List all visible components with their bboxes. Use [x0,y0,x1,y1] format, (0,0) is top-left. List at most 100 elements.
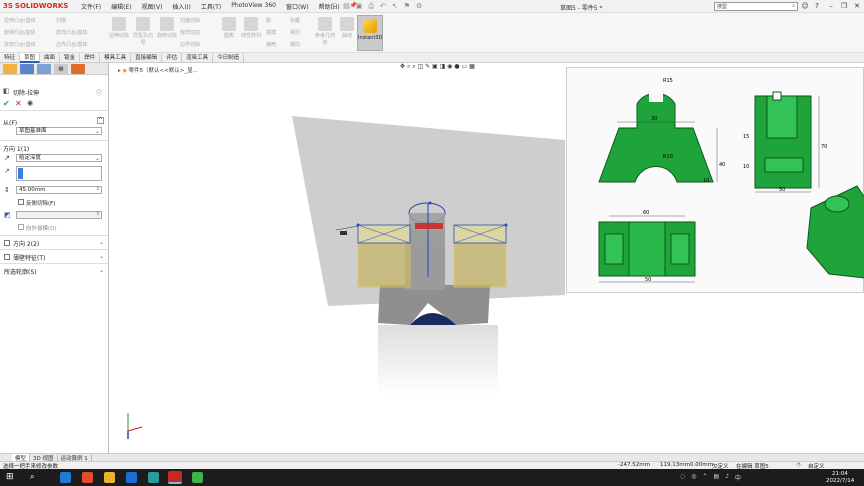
feature-tree-icon[interactable] [3,63,17,74]
intersect-button[interactable]: 相交 [290,29,300,36]
print-icon[interactable]: ⎙ [368,2,374,11]
tab-surfaces[interactable]: 曲面 [40,52,61,63]
from-select[interactable]: 草图基准面 ⌄ [16,127,102,135]
extrude-cut-button[interactable]: 拉伸切除 [108,17,130,39]
draft-button[interactable]: 拔模 [266,29,276,36]
3d-model-view[interactable] [110,63,566,453]
home-icon[interactable]: ⌂ [320,2,324,11]
network-icon[interactable]: ▤ [714,473,720,482]
solidworks-logo[interactable]: 3S SOLIDWORKS [0,0,70,13]
volume-icon[interactable]: ♪ [725,473,729,482]
tray-icon[interactable]: ⌃ [703,473,708,482]
collapse-icon[interactable]: ^ [97,117,104,124]
minimize-icon[interactable]: – [826,1,836,11]
preview-block-right[interactable] [453,242,507,288]
search-input[interactable]: 搜型 ⌕ [714,2,798,11]
thin-feature-checkbox[interactable] [4,254,10,260]
tray-icon[interactable]: ◎ [691,473,696,482]
chevron-down-icon[interactable]: ⌄ [99,253,104,260]
appearance-icon[interactable] [71,63,85,74]
tab-features[interactable]: 特征 [0,52,21,63]
rebuild-icon[interactable]: ⚑ [404,2,410,11]
search-icon[interactable]: ⌕ [30,472,34,482]
sweep-cut-button[interactable]: 扫描切除 [180,17,200,24]
fillet-button[interactable]: 圆角 [218,17,240,39]
options-icon[interactable]: ⚙ [416,2,422,11]
ime-icon[interactable]: 中 [735,473,741,482]
sweep-button[interactable]: 扫描 [56,17,66,24]
loft-cut-button[interactable]: 放样切割 [180,29,200,36]
chevron-down-icon[interactable]: ⌄ [99,267,104,274]
chevron-down-icon[interactable]: ⌄ [99,239,104,246]
spinner-icon[interactable]: ⇳ [96,186,100,193]
tab-sheet-metal[interactable]: 钣金 [60,52,81,63]
draft-outward-checkbox[interactable] [18,224,24,230]
help-icon[interactable]: ? [812,1,822,11]
sketch-point[interactable] [428,201,432,205]
ie-icon[interactable] [126,472,137,483]
boundary-cut-button[interactable]: 边界切除 [180,41,200,48]
spinner-icon[interactable]: ⇳ [96,211,100,218]
solidworks-taskbar-icon[interactable] [168,471,182,484]
draft-angle-input[interactable]: ⇳ [16,211,102,219]
wechat-icon[interactable] [192,472,203,483]
extrude-arrow-handle[interactable] [415,223,443,229]
wrap-button[interactable]: 包覆 [290,17,300,24]
rib-button[interactable]: 筋 [266,17,271,24]
tab-render-tools[interactable]: 渲染工具 [182,52,214,63]
end-condition-select[interactable]: 给定深度 ⌄ [16,154,102,162]
instant3d-button[interactable]: Instant3D [357,15,383,51]
sketch-point[interactable] [504,223,508,227]
preview-eye-icon[interactable]: ◉ [27,99,33,107]
edge-icon[interactable] [60,472,71,483]
clock-date[interactable]: 2022/7/14 [826,478,854,484]
reverse-direction-icon[interactable]: ↗ [4,154,10,162]
reverse-side-checkbox[interactable] [18,199,24,205]
select-icon[interactable]: ↖ [392,2,398,11]
file-explorer-icon[interactable] [104,472,115,483]
boundary-boss-button[interactable]: 边界凸台/基体 [56,41,88,48]
dimension-tag[interactable] [340,231,347,235]
help-icon[interactable]: ⓘ [96,88,102,97]
curves-button[interactable]: 曲线 [336,17,358,39]
menu-view[interactable]: 视图(V) [137,2,168,11]
panel-resize-handle[interactable] [0,76,109,78]
menu-tools[interactable]: 工具(T) [196,2,226,11]
menu-edit[interactable]: 编辑(E) [106,2,136,11]
linear-pattern-button[interactable]: 线性阵列 [240,17,262,39]
depth-input[interactable]: 45.00mm ⇳ [16,186,102,194]
tab-evaluate[interactable]: 评估 [162,52,183,63]
new-icon[interactable]: ▢ [330,2,337,11]
reference-geometry-button[interactable]: 参考几何体 [314,17,336,46]
save-icon[interactable]: ▣ [356,2,363,11]
close-icon[interactable]: ✕ [852,1,862,11]
revolve-cut-button[interactable]: 旋转切除 [156,17,178,39]
direction-vector-field[interactable] [16,166,102,181]
loft-boss-button[interactable]: 放样凸台/基体 [4,41,36,48]
graphics-area[interactable]: ▸ ◈ 零件5（默认<<默认>_显... ✥ ⌕ ⌕ ◫ ✎ ▣ ◨ ◉ ● ▭… [110,63,864,453]
dimxpert-icon[interactable]: ⊕ [54,63,68,74]
user-icon[interactable]: ☺ [800,1,810,11]
sketch-point[interactable] [356,223,360,227]
cancel-x-icon[interactable]: ✕ [15,99,22,108]
tab-make-today[interactable]: 今日制造 [213,52,245,63]
menu-insert[interactable]: 插入(I) [167,2,195,11]
reference-drawing-image[interactable]: 30 R15 R10 40 10 70 15 10 50 60 50 [566,67,864,293]
chrome-icon[interactable] [82,472,93,483]
tray-icon[interactable]: ◌ [680,473,685,482]
clock-time[interactable]: 21:04 [832,471,848,477]
mirror-button[interactable]: 镜向 [290,41,300,48]
property-manager-icon[interactable] [20,63,34,74]
undo-icon[interactable]: ↶ [380,2,386,11]
windows-start-icon[interactable]: ⊞ [6,472,14,482]
open-icon[interactable]: ▤ [343,2,350,11]
menu-file[interactable]: 文件(F) [76,2,106,11]
revolve-boss-button[interactable]: 旋转凸台/基体 [4,29,36,36]
extrude-boss-button[interactable]: 拉伸凸台/基体 [4,17,36,24]
tab-sketch[interactable]: 草图 [20,52,41,63]
hole-wizard-button[interactable]: 异型孔向导 [132,17,154,46]
tab-mold-tools[interactable]: 模具工具 [100,52,132,63]
rebuild-icon[interactable]: ◔ [796,462,801,468]
direction2-checkbox[interactable] [4,240,10,246]
search-icon[interactable]: ⌕ [792,3,795,9]
